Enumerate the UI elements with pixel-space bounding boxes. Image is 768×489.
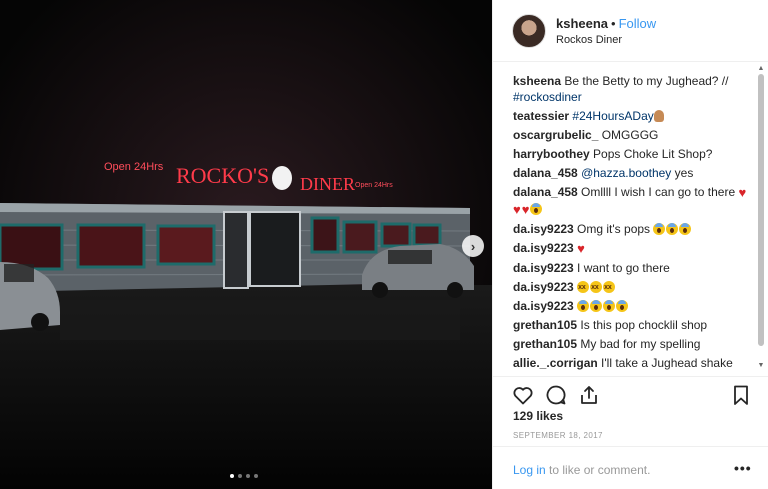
- comment-text: Omllll I wish I can go to there: [577, 185, 739, 199]
- neon-open-left: Open 24Hrs: [104, 161, 164, 173]
- comment-author[interactable]: da.isy9223: [513, 280, 574, 294]
- likes-count[interactable]: 129 likes: [513, 409, 563, 423]
- comment-text: Omg it's pops: [573, 222, 654, 236]
- post-side-panel: ksheena • Follow Rockos Diner ksheena Be t…: [492, 0, 768, 489]
- post-header: ksheena • Follow Rockos Diner: [493, 0, 768, 62]
- separator-dot: •: [611, 16, 616, 31]
- comment-author[interactable]: da.isy9223: [513, 299, 574, 313]
- comment-text: I'll take a Jughead shake: [597, 356, 733, 370]
- comment-text: OMGGGG: [598, 128, 659, 142]
- neon-rockos: ROCKO'S: [176, 163, 269, 188]
- scream-emoji-icon: [653, 223, 666, 235]
- scream-emoji-icon: [577, 300, 590, 312]
- comment-author[interactable]: da.isy9223: [513, 222, 574, 236]
- comment-author[interactable]: grethan105: [513, 337, 577, 351]
- comment-item: grethan105 Is this pop chocklil shop: [513, 317, 753, 333]
- neon-open-right: Open 24Hrs: [355, 182, 393, 189]
- scroll-thumb[interactable]: [758, 74, 764, 346]
- post-date: SEPTEMBER 18, 2017: [513, 431, 603, 440]
- carousel-dot: [238, 474, 242, 478]
- scream-emoji-icon: [616, 300, 629, 312]
- tired-emoji-icon: [577, 280, 590, 296]
- comment-footer: Log in to like or comment. •••: [493, 446, 768, 489]
- comment-item: allie._.corrigan I'll take a Jughead sha…: [513, 355, 753, 371]
- heart-emoji-icon: ♥: [738, 185, 747, 200]
- comment-author[interactable]: da.isy9223: [513, 261, 574, 275]
- heart-emoji-icon: ♥: [577, 241, 585, 256]
- login-prompt: Log in to like or comment.: [513, 463, 650, 477]
- comment-author[interactable]: da.isy9223: [513, 241, 574, 255]
- comment-author[interactable]: allie._.corrigan: [513, 356, 598, 370]
- comment-text: Be the Betty to my Jughead? //: [561, 74, 729, 88]
- tired-emoji-icon: [603, 280, 616, 296]
- comment-item: da.isy9223 ♥: [513, 240, 753, 257]
- comment-author[interactable]: ksheena: [513, 74, 561, 88]
- next-slide-button[interactable]: ›: [462, 235, 484, 257]
- comment-text: Pops Choke Lit Shop?: [589, 147, 713, 161]
- comment-author[interactable]: dalana_458: [513, 185, 578, 199]
- chevron-right-icon: ›: [470, 238, 476, 254]
- comment-item: da.isy9223 I want to go there: [513, 260, 753, 276]
- scroll-up-arrow-icon[interactable]: ▲: [757, 65, 765, 73]
- location-link[interactable]: Rockos Diner: [556, 34, 622, 46]
- comment-text: I want to go there: [573, 261, 670, 275]
- carousel-dot: [254, 474, 258, 478]
- heart-emoji-icon: ♥: [513, 202, 521, 217]
- comment-link[interactable]: #24HoursADay: [572, 109, 653, 123]
- comment-item: da.isy9223: [513, 279, 753, 296]
- scream-emoji-icon: [679, 223, 692, 235]
- scream-emoji-icon: [603, 300, 616, 312]
- author-username[interactable]: ksheena: [556, 16, 608, 31]
- comment-item: dalana_458 @hazza.boothey yes: [513, 165, 753, 181]
- comment-link[interactable]: #rockosdiner: [513, 90, 582, 104]
- comment-item: da.isy9223 Omg it's pops: [513, 221, 753, 237]
- comment-bubble-icon[interactable]: [544, 383, 568, 407]
- comment-text: yes: [671, 166, 694, 180]
- comment-link[interactable]: @hazza.boothey: [581, 166, 671, 180]
- ok-hand-emoji-icon: [653, 110, 664, 122]
- follow-button[interactable]: Follow: [619, 16, 657, 31]
- login-prompt-text: to like or comment.: [545, 463, 651, 477]
- comment-item: harryboothey Pops Choke Lit Shop?: [513, 146, 753, 162]
- scroll-down-arrow-icon[interactable]: ▼: [757, 362, 765, 370]
- more-options-icon[interactable]: •••: [734, 460, 752, 476]
- share-icon[interactable]: [577, 383, 601, 407]
- comment-item: teatessier #24HoursADay: [513, 108, 753, 124]
- author-line: ksheena • Follow: [556, 16, 656, 31]
- comment-item: da.isy9223: [513, 298, 753, 314]
- comment-author[interactable]: grethan105: [513, 318, 577, 332]
- comment-author[interactable]: harryboothey: [513, 147, 590, 161]
- comment-list: ksheena Be the Betty to my Jughead? // #…: [513, 73, 753, 374]
- carousel-dot: [246, 474, 250, 478]
- comment-item: ksheena Be the Betty to my Jughead? // #…: [513, 73, 753, 105]
- comment-author[interactable]: teatessier: [513, 109, 569, 123]
- comment-item: oscargrubelic_ OMGGGG: [513, 127, 753, 143]
- diner-night-photo: Open 24Hrs ROCKO'S DINER Open 24Hrs: [0, 0, 492, 489]
- scream-emoji-icon: [530, 203, 543, 215]
- heart-emoji-icon: ♥: [521, 202, 530, 217]
- login-link[interactable]: Log in: [513, 463, 546, 477]
- bookmark-icon[interactable]: [729, 383, 753, 407]
- post-photo: Open 24Hrs ROCKO'S DINER Open 24Hrs ›: [0, 0, 492, 489]
- carousel-dot: [230, 474, 234, 478]
- comment-author[interactable]: dalana_458: [513, 166, 578, 180]
- comment-text: My bad for my spelling: [577, 337, 701, 351]
- comment-text: Is this pop chocklil shop: [577, 318, 708, 332]
- scream-emoji-icon: [666, 223, 679, 235]
- neon-diner: DINER: [300, 174, 355, 194]
- scream-emoji-icon: [590, 300, 603, 312]
- comments-section: ksheena Be the Betty to my Jughead? // #…: [493, 62, 768, 376]
- comments-scrollbar[interactable]: ▲ ▼: [755, 62, 767, 376]
- tired-emoji-icon: [590, 280, 603, 296]
- avatar[interactable]: [512, 14, 546, 48]
- comment-author[interactable]: oscargrubelic_: [513, 128, 598, 142]
- comment-item: dalana_458 Omllll I wish I can go to the…: [513, 184, 753, 218]
- comment-item: grethan105 My bad for my spelling: [513, 336, 753, 352]
- carousel-dots: [230, 474, 258, 478]
- heart-outline-icon[interactable]: [511, 383, 535, 407]
- neon-logo-egg: [272, 166, 292, 190]
